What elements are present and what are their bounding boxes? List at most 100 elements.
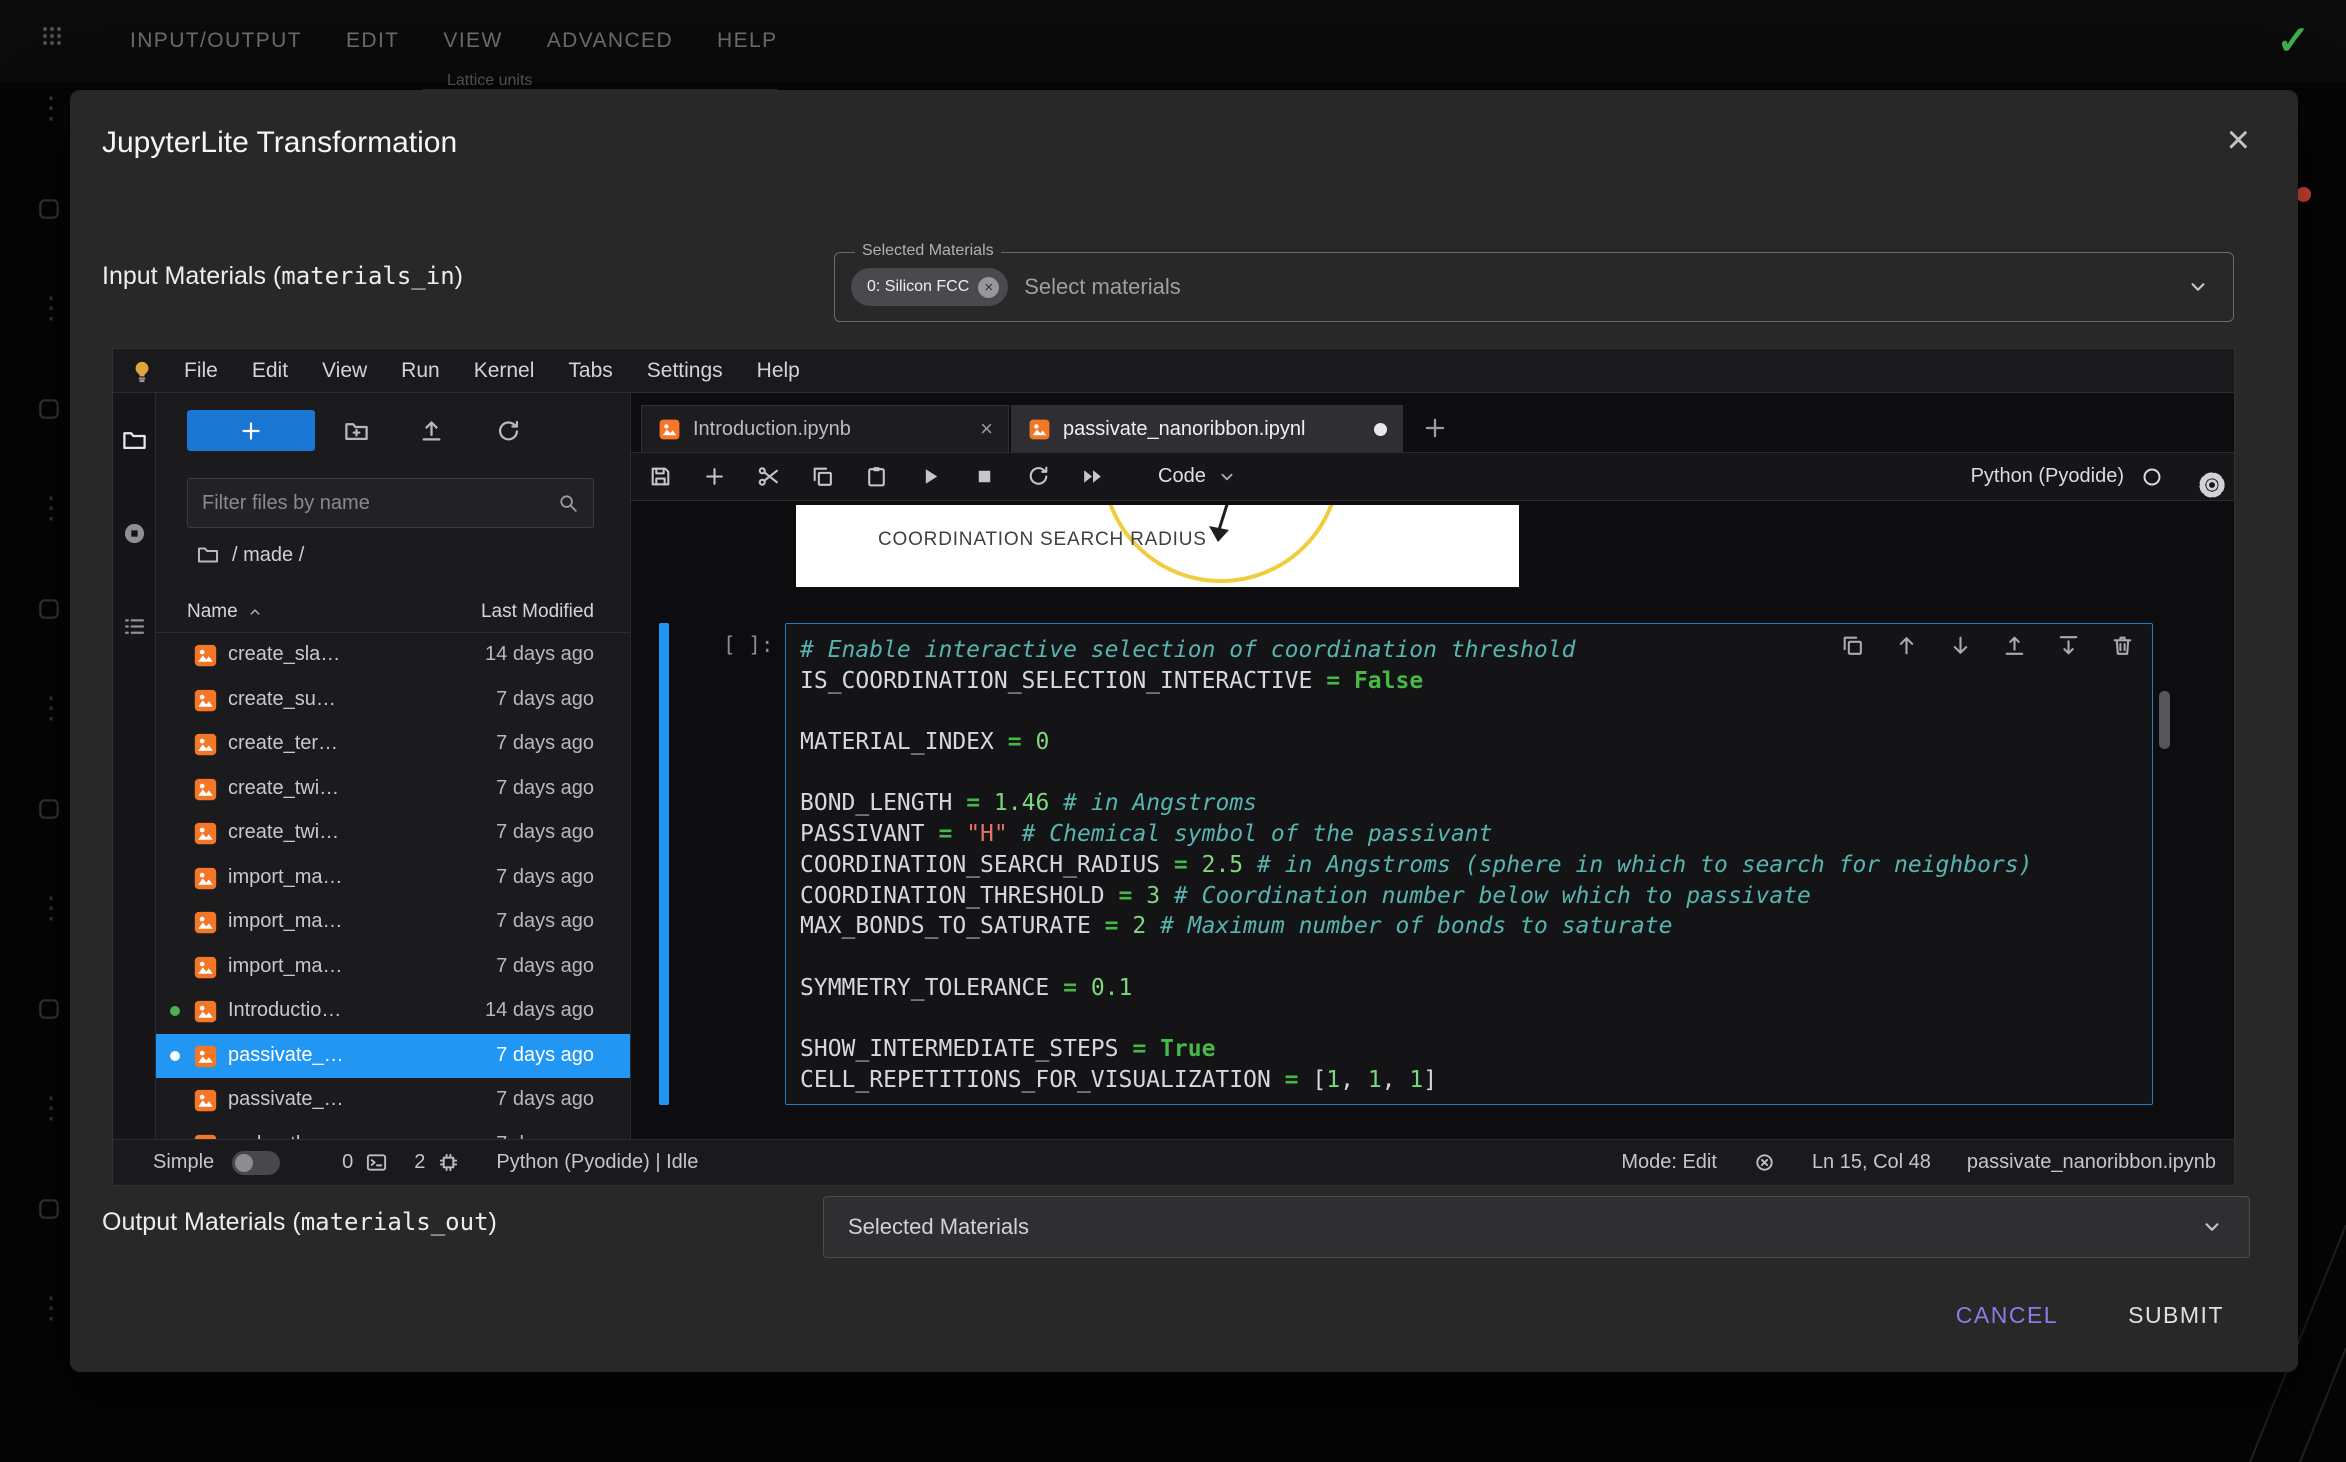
chevron-down-icon[interactable] bbox=[2185, 274, 2211, 300]
file-modified: 7 days ago bbox=[496, 955, 594, 978]
kernel-status[interactable]: Python (Pyodide) | Idle bbox=[496, 1151, 698, 1174]
delete-cell-icon[interactable] bbox=[2110, 633, 2135, 658]
paste-icon[interactable] bbox=[864, 464, 889, 489]
file-name: import_ma… bbox=[228, 955, 342, 978]
tab-close-icon[interactable]: × bbox=[980, 416, 993, 442]
stop-icon[interactable] bbox=[972, 464, 997, 489]
cancel-button[interactable]: CANCEL bbox=[1956, 1302, 2058, 1329]
file-row[interactable]: import_ma…7 days ago bbox=[156, 900, 630, 945]
jl-menu-settings[interactable]: Settings bbox=[630, 359, 740, 383]
tab-passivate-nanoribbon[interactable]: passivate_nanoribbon.ipynl bbox=[1011, 405, 1403, 452]
file-modified: 7 days ago bbox=[496, 866, 594, 889]
code-line bbox=[800, 758, 2152, 789]
code-line: COORDINATION_SEARCH_RADIUS = 2.5 # in An… bbox=[800, 850, 2152, 881]
file-row[interactable]: import_ma… 7 days ago bbox=[156, 945, 630, 990]
chip-remove-icon[interactable]: × bbox=[978, 277, 999, 298]
jl-menu-help[interactable]: Help bbox=[740, 359, 817, 383]
file-row[interactable]: create_sla…14 days ago bbox=[156, 633, 630, 678]
output-caption: COORDINATION SEARCH RADIUS bbox=[878, 529, 1207, 551]
home-folder-icon[interactable] bbox=[196, 543, 220, 567]
jupyter-statusbar: Simple 0 2 Python (Pyodide) | Idle Mode:… bbox=[113, 1139, 2234, 1185]
file-row[interactable]: create_twi…7 days ago bbox=[156, 811, 630, 856]
filter-files-input[interactable]: Filter files by name bbox=[187, 478, 594, 528]
notebook-icon bbox=[192, 1043, 219, 1070]
kernel-indicator[interactable]: Python (Pyodide) bbox=[1971, 465, 2164, 489]
notebook-toolbar: Code Python (Pyodide) bbox=[631, 453, 2234, 501]
file-modified: 7 days ago bbox=[496, 1044, 594, 1067]
notebook-icon bbox=[192, 1132, 219, 1140]
jl-menu-kernel[interactable]: Kernel bbox=[457, 359, 552, 383]
file-row[interactable]: passivate_…7 days ago bbox=[156, 1078, 630, 1123]
file-row[interactable]: Introductio…14 days ago bbox=[156, 989, 630, 1034]
column-last-modified[interactable]: Last Modified bbox=[481, 601, 594, 623]
code-line: MAX_BONDS_TO_SATURATE = 2 # Maximum numb… bbox=[800, 911, 2152, 942]
file-row[interactable]: import_ma…7 days ago bbox=[156, 856, 630, 901]
add-cell-icon[interactable] bbox=[702, 464, 727, 489]
output-materials-text: Output Materials ( bbox=[102, 1208, 301, 1236]
dialog-close-icon[interactable]: × bbox=[2227, 118, 2250, 163]
terminal-count[interactable]: 0 bbox=[342, 1151, 353, 1174]
save-icon[interactable] bbox=[648, 464, 673, 489]
run-all-icon[interactable] bbox=[1080, 464, 1105, 489]
jl-menu-view[interactable]: View bbox=[305, 359, 384, 383]
dialog-title: JupyterLite Transformation bbox=[102, 126, 457, 160]
restart-kernel-icon[interactable] bbox=[1026, 464, 1051, 489]
file-browser-icon[interactable] bbox=[121, 427, 148, 454]
upload-icon[interactable] bbox=[418, 418, 445, 445]
output-materials-select[interactable]: Selected Materials bbox=[823, 1196, 2250, 1258]
file-modified: 7 days ago bbox=[496, 777, 594, 800]
scrollbar-thumb[interactable] bbox=[2159, 691, 2170, 749]
active-cell-indicator[interactable] bbox=[659, 623, 669, 1105]
input-materials-text: Input Materials ( bbox=[102, 262, 281, 290]
file-row[interactable]: create_su…7 days ago bbox=[156, 678, 630, 723]
duplicate-cell-icon[interactable] bbox=[1840, 633, 1865, 658]
refresh-icon[interactable] bbox=[495, 418, 522, 445]
notification-dot bbox=[2296, 187, 2311, 202]
copy-icon[interactable] bbox=[810, 464, 835, 489]
running-sessions-icon[interactable] bbox=[121, 520, 148, 547]
table-of-contents-icon[interactable] bbox=[121, 613, 148, 640]
mode-indicator[interactable]: Mode: Edit bbox=[1621, 1151, 1717, 1174]
notebook-icon bbox=[192, 731, 219, 758]
new-launcher-button[interactable] bbox=[187, 410, 315, 451]
material-chip[interactable]: 0: Silicon FCC × bbox=[851, 268, 1008, 306]
jl-menu-edit[interactable]: Edit bbox=[235, 359, 305, 383]
jl-menu-tabs[interactable]: Tabs bbox=[551, 359, 629, 383]
file-row[interactable]: create_twi… 7 days ago bbox=[156, 767, 630, 812]
submit-button[interactable]: SUBMIT bbox=[2128, 1302, 2224, 1329]
column-name-label: Name bbox=[187, 601, 238, 623]
kernel-count[interactable]: 2 bbox=[414, 1151, 425, 1174]
move-cell-down-icon[interactable] bbox=[1948, 633, 1973, 658]
success-check-icon: ✓ bbox=[2276, 18, 2310, 64]
plus-icon bbox=[238, 418, 264, 444]
input-materials-code: materials_in bbox=[281, 262, 454, 290]
column-name[interactable]: Name bbox=[187, 601, 264, 623]
settings-gear-icon[interactable] bbox=[2196, 469, 2228, 501]
file-name: create_twi… bbox=[228, 777, 339, 800]
file-row[interactable]: under_the…7 days ago bbox=[156, 1123, 630, 1140]
breadcrumb[interactable]: / made / bbox=[196, 543, 304, 567]
insert-cell-above-icon[interactable] bbox=[2002, 633, 2027, 658]
cursor-position[interactable]: Ln 15, Col 48 bbox=[1812, 1151, 1931, 1174]
kernel-chip-icon bbox=[437, 1151, 460, 1174]
bulb-icon[interactable] bbox=[129, 358, 155, 384]
cell-type-select[interactable]: Code bbox=[1158, 465, 1238, 488]
code-line: SHOW_INTERMEDIATE_STEPS = True bbox=[800, 1034, 2152, 1065]
tab-introduction[interactable]: Introduction.ipynb × bbox=[641, 405, 1009, 452]
file-row[interactable]: passivate_… 7 days ago bbox=[156, 1034, 630, 1079]
run-icon[interactable] bbox=[918, 464, 943, 489]
file-modified: 14 days ago bbox=[485, 999, 594, 1022]
jl-menu-file[interactable]: File bbox=[167, 359, 235, 383]
file-name: passivate_… bbox=[228, 1044, 344, 1067]
simple-mode-toggle[interactable] bbox=[232, 1151, 280, 1175]
insert-cell-below-icon[interactable] bbox=[2056, 633, 2081, 658]
jl-menu-run[interactable]: Run bbox=[384, 359, 457, 383]
output-select-value: Selected Materials bbox=[848, 1214, 1029, 1240]
code-cell-editor[interactable]: # Enable interactive selection of coordi… bbox=[785, 623, 2153, 1105]
move-cell-up-icon[interactable] bbox=[1894, 633, 1919, 658]
new-tab-icon[interactable] bbox=[1421, 414, 1449, 442]
file-row[interactable]: create_ter…7 days ago bbox=[156, 722, 630, 767]
new-folder-icon[interactable] bbox=[343, 418, 370, 445]
selected-materials-select[interactable]: Selected Materials 0: Silicon FCC × Sele… bbox=[834, 252, 2234, 322]
cut-icon[interactable] bbox=[756, 464, 781, 489]
